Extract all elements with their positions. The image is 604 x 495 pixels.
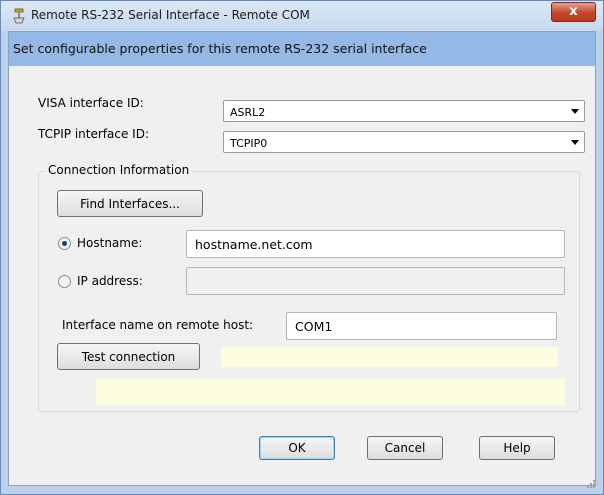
hostname-value: hostname.net.com — [195, 237, 313, 252]
dialog-window: Remote RS-232 Serial Interface - Remote … — [0, 0, 604, 495]
ip-address-label: IP address: — [77, 274, 143, 288]
tcpip-interface-select[interactable]: TCPIP0 — [223, 131, 585, 153]
close-button[interactable]: x — [551, 2, 596, 22]
banner-text: Set configurable properties for this rem… — [13, 41, 427, 56]
ok-button[interactable]: OK — [259, 436, 335, 460]
ip-address-radio[interactable] — [58, 275, 71, 288]
close-icon: x — [569, 4, 578, 19]
test-connection-label: Test connection — [81, 349, 176, 364]
hostname-field[interactable]: hostname.net.com — [186, 230, 565, 258]
help-button[interactable]: Help — [479, 436, 555, 460]
hostname-radio[interactable] — [58, 237, 71, 250]
chevron-down-icon — [571, 109, 579, 114]
resize-grip-icon[interactable] — [586, 479, 596, 489]
test-status-field — [221, 347, 558, 367]
test-details-field — [96, 379, 565, 405]
serial-port-icon — [13, 8, 25, 24]
find-interfaces-button[interactable]: Find Interfaces... — [57, 190, 203, 217]
chevron-down-icon — [571, 140, 579, 145]
tcpip-interface-value: TCPIP0 — [230, 137, 268, 150]
connection-info-title: Connection Information — [45, 163, 193, 177]
ok-label: OK — [288, 441, 306, 455]
remote-interface-name-value: COM1 — [295, 319, 333, 334]
remote-interface-name-label: Interface name on remote host: — [62, 318, 254, 332]
help-label: Help — [503, 441, 531, 455]
cancel-label: Cancel — [384, 441, 426, 455]
visa-interface-select[interactable]: ASRL2 — [223, 100, 585, 122]
visa-interface-value: ASRL2 — [230, 106, 266, 119]
title-bar[interactable]: Remote RS-232 Serial Interface - Remote … — [1, 1, 603, 31]
window-title: Remote RS-232 Serial Interface - Remote … — [31, 8, 310, 22]
dialog-client-area: Set configurable properties for this rem… — [8, 31, 596, 486]
ip-address-field[interactable] — [186, 267, 565, 295]
tcpip-interface-label: TCPIP interface ID: — [38, 127, 149, 141]
find-interfaces-label: Find Interfaces... — [80, 196, 180, 211]
remote-interface-name-field[interactable]: COM1 — [286, 312, 557, 340]
cancel-button[interactable]: Cancel — [367, 436, 443, 460]
hostname-label: Hostname: — [77, 236, 143, 250]
description-banner: Set configurable properties for this rem… — [9, 32, 595, 66]
visa-interface-label: VISA interface ID: — [38, 96, 144, 110]
test-connection-button[interactable]: Test connection — [57, 343, 200, 370]
